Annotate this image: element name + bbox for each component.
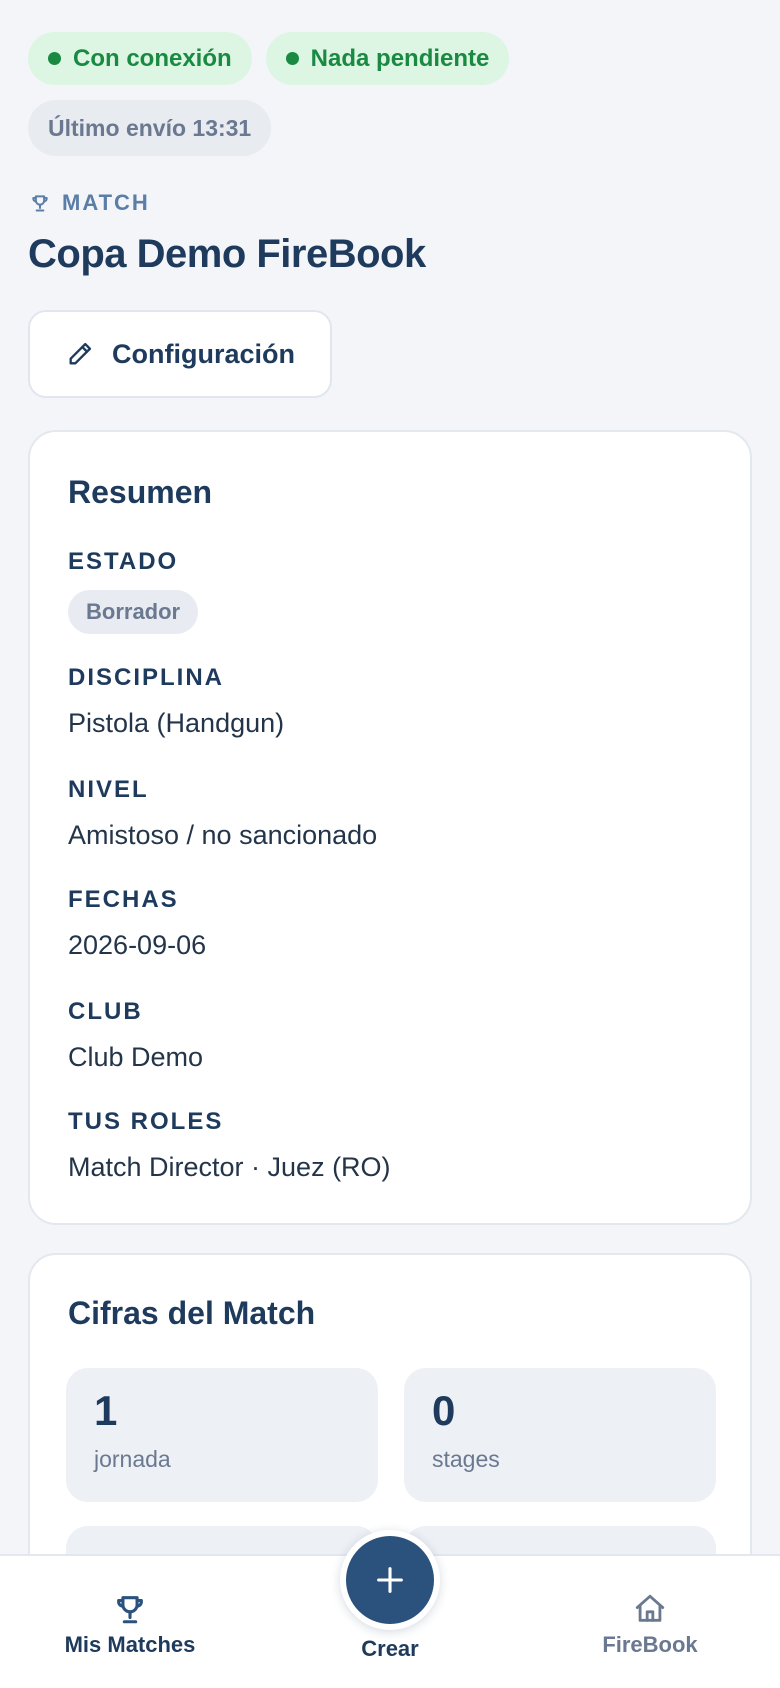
field-label-nivel: NIVEL [68,776,149,803]
eyebrow-label: MATCH [62,190,150,215]
stat-value: 0 [432,1387,456,1434]
nav-label: FireBook [602,1632,698,1657]
stat-label: stages [432,1446,500,1472]
stat-label: jornada [94,1446,171,1472]
home-icon [635,1594,665,1622]
status-dot-icon [48,52,61,65]
field-label-roles: TUS ROLES [68,1108,224,1135]
nav-label: Mis Matches [64,1632,196,1657]
status-chips: Con conexión Nada pendiente [28,32,510,85]
status-badge-label: Borrador [86,599,181,624]
nav-item-firebook[interactable]: FireBook [540,1592,760,1658]
stat-jornadas: 1 jornada [66,1368,378,1502]
stat-value: 1 [94,1387,118,1434]
last-sent-chip: Último envío 13:31 [28,100,272,156]
pencil-icon [69,342,92,365]
status-badge: Borrador [68,590,199,634]
main-scroll-area[interactable]: Con conexión Nada pendiente Último envío… [0,0,780,1556]
connection-status-label: Con conexión [73,44,232,72]
field-value-fechas: 2026-09-06 [68,930,207,960]
field-value-roles: Match Director · Juez (RO) [68,1152,391,1182]
field-label-disciplina: DISCIPLINA [68,664,225,691]
stat-placeholder [66,1526,378,1556]
status-dot-icon [285,52,299,65]
figures-title: Cifras del Match [68,1295,316,1331]
pending-status-label: Nada pendiente [310,44,490,72]
stat-stages: 0 stages [404,1368,716,1502]
field-label-fechas: FECHAS [68,886,179,913]
connection-status-chip: Con conexión [28,32,252,85]
create-fab-ring [340,1530,440,1630]
page-title: Copa Demo FireBook [28,232,426,276]
summary-card: Resumen ESTADO Borrador DISCIPLINA Pisto… [28,430,752,1225]
field-value-disciplina: Pistola (Handgun) [68,708,285,738]
field-label-estado: ESTADO [68,548,179,575]
last-sent-label: Último envío 13:31 [48,114,252,141]
pending-status-chip: Nada pendiente [265,32,510,85]
trophy-icon [32,195,48,212]
page-eyebrow: MATCH [30,190,150,216]
nav-item-mis-matches[interactable]: Mis Matches [20,1592,240,1658]
plus-icon [377,1567,403,1593]
field-value-club: Club Demo [68,1042,204,1072]
create-button[interactable] [346,1536,434,1624]
configuration-button[interactable]: Configuración [28,310,332,398]
create-button-label: Crear [361,1636,419,1661]
field-label-club: CLUB [68,998,143,1025]
figures-card: Cifras del Match 1 jornada 0 stages [28,1253,752,1556]
configuration-button-label: Configuración [112,338,295,369]
stat-placeholder [404,1526,716,1556]
trophy-icon [117,1596,143,1624]
summary-title: Resumen [68,474,213,510]
field-value-nivel: Amistoso / no sancionado [68,820,378,850]
